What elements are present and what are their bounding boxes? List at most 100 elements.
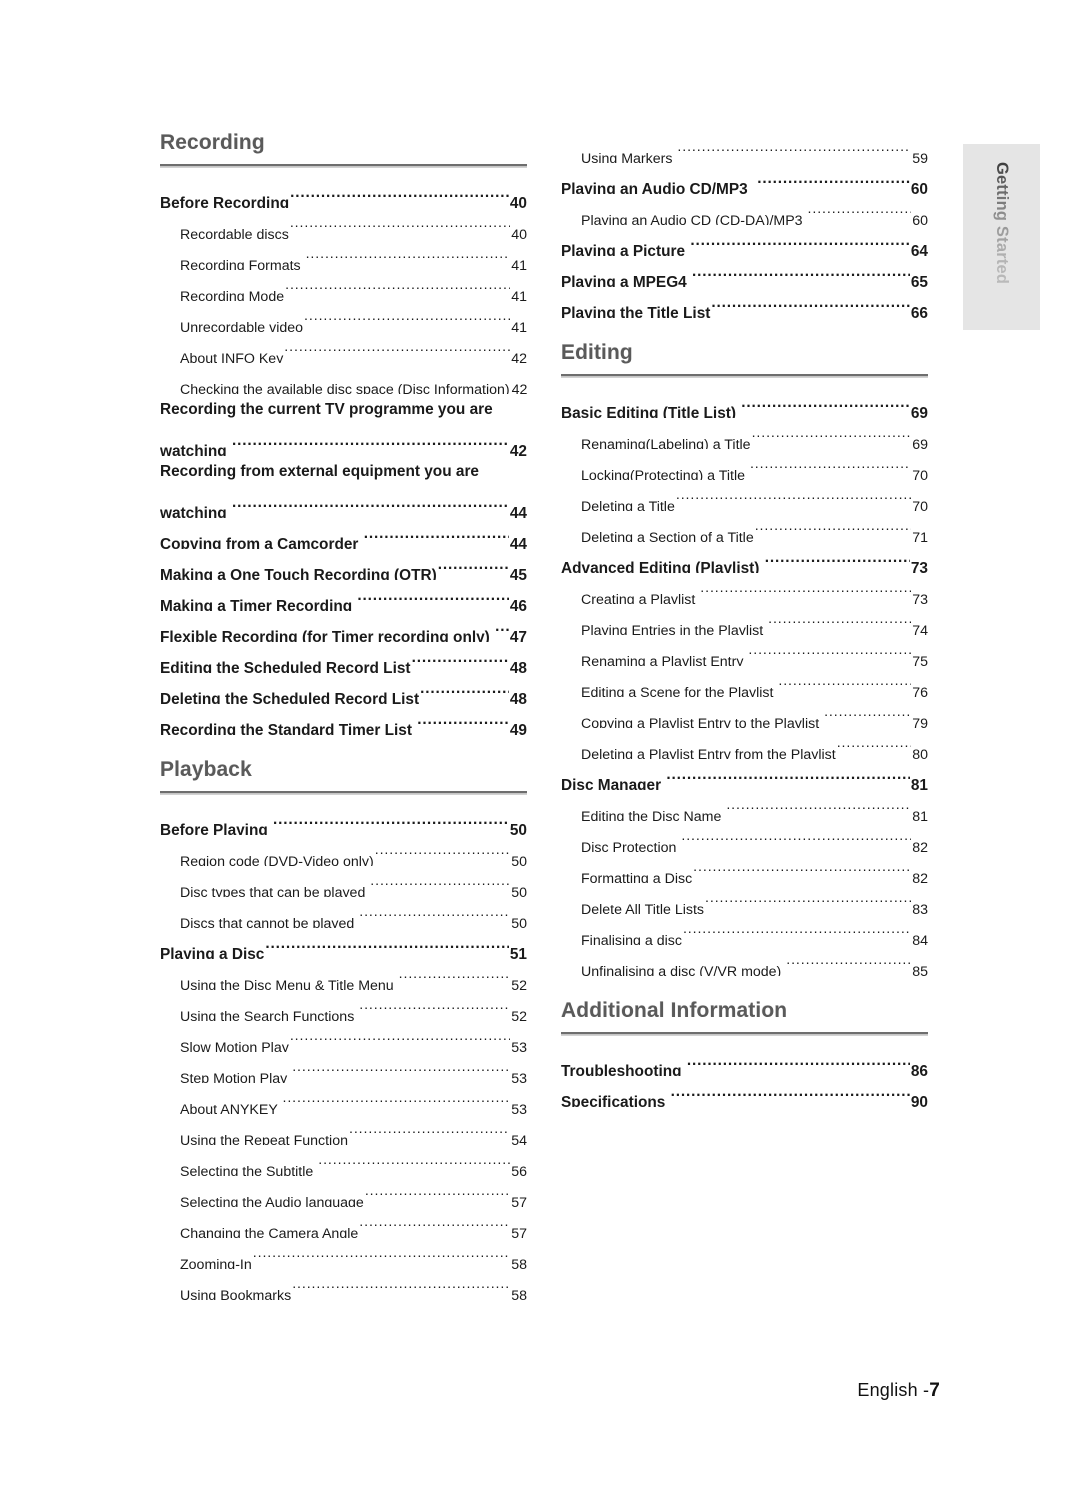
toc-entry-page-number: 41 [511,320,527,333]
toc-entry[interactable]: Playing an Audio CD (CD-DA)/MP3 60 [561,194,928,225]
toc-entry[interactable]: Formatting a Disc 82 [561,852,928,883]
toc-entry[interactable]: Editing the Scheduled Record List 48 [160,642,527,673]
toc-entry[interactable]: Region code (DVD-Video only) 50 [160,835,527,866]
toc-entry[interactable]: Unfinalising a disc (V/VR mode) 85 [561,945,928,976]
toc-entry-page-number: 84 [912,933,928,946]
toc-entry-title: Deleting a Title [581,499,675,512]
toc-entry[interactable]: Making a Timer Recording 46 [160,580,527,611]
toc-entry[interactable]: Specifications 90 [561,1076,928,1107]
toc-entry[interactable]: Discs that cannot be played 50 [160,897,527,928]
toc-entry[interactable]: Playing a MPEG4 65 [561,256,928,287]
dot-leader [265,928,509,959]
toc-entry[interactable]: Recording Formats 41 [160,239,527,270]
toc-entry-row: Editing the Scheduled Record List 48 [160,642,527,673]
toc-entry-page-number: 73 [910,560,928,574]
toc-entry-page-number: 82 [912,871,928,884]
toc-entry[interactable]: Unrecordable video 41 [160,301,527,332]
toc-entry-page-number: 70 [912,468,928,481]
dot-leader [282,1083,510,1114]
toc-entry[interactable]: Creating a Playlist 73 [561,573,928,604]
toc-entry[interactable]: Finalising a disc 84 [561,914,928,945]
toc-entry-row: Region code (DVD-Video only) 50 [180,835,527,866]
toc-entry[interactable]: Locking(Protecting) a Title 70 [561,449,928,480]
toc-entry[interactable]: About ANYKEY 53 [160,1083,527,1114]
toc-entry-page-number: 64 [910,243,928,256]
toc-entry[interactable]: Using the Disc Menu & Title Menu 52 [160,959,527,990]
toc-entry-title: Selecting the Subtitle [180,1164,318,1177]
toc-entry[interactable]: Renaming(Labeling) a Title 69 [561,418,928,449]
toc-entry[interactable]: Recording Mode 41 [160,270,527,301]
toc-entry[interactable]: Copying from a Camcorder 44 [160,518,527,549]
toc-entry[interactable]: Copying a Playlist Entry to the Playlist… [561,697,928,728]
dot-leader [757,163,910,194]
toc-entry[interactable]: Advanced Editing (Playlist) 73 [561,542,928,573]
toc-entry[interactable]: Delete All Title Lists 83 [561,883,928,914]
toc-entry[interactable]: Deleting the Scheduled Record List 48 [160,673,527,704]
toc-entry[interactable]: Playing a Disc 51 [160,928,527,959]
toc-section: PlaybackBefore Playing 50Region code (DV… [160,758,527,1300]
dot-leader [671,1076,910,1107]
toc-entry[interactable]: Using the Repeat Function 54 [160,1114,527,1145]
toc-entry-title: Step Motion Play [180,1071,292,1084]
toc-entry[interactable]: Basic Editing (Title List) 69 [561,387,928,418]
toc-entry[interactable]: Recording from external equipment you ar… [160,456,527,518]
toc-entry-row: Deleting a Title 70 [581,480,928,511]
dot-leader [232,487,509,518]
toc-entry[interactable]: Recording the Standard Timer List 49 [160,704,527,735]
toc-entry-page-number: 81 [912,809,928,822]
toc-entry-page-number: 82 [912,840,928,853]
toc-entry[interactable]: Using Bookmarks 58 [160,1269,527,1300]
toc-entry[interactable]: Recordable discs 40 [160,208,527,239]
toc-entry[interactable]: Disc Protection 82 [561,821,928,852]
toc-entry[interactable]: Before Playing 50 [160,804,527,835]
toc-entry[interactable]: About INFO Key 42 [160,332,527,363]
dot-leader [768,604,911,635]
toc-entry[interactable]: Checking the available disc space (Disc … [160,363,527,394]
toc-entry[interactable]: Playing Entries in the Playlist 74 [561,604,928,635]
toc-entry-title: Using the Disc Menu & Title Menu [180,978,398,991]
section-divider [561,1032,928,1037]
toc-entry-title-line1: Recording from external equipment you ar… [160,463,479,481]
toc-entry[interactable]: Disc types that can be played 50 [160,866,527,897]
toc-entry[interactable]: Step Motion Play 53 [160,1052,527,1083]
toc-entry[interactable]: Selecting the Subtitle 56 [160,1145,527,1176]
toc-entry[interactable]: Changing the Camera Angle 57 [160,1207,527,1238]
toc-entry-row: Deleting a Section of a Title 71 [581,511,928,542]
toc-entry[interactable]: Flexible Recording (for Timer recording … [160,611,527,642]
toc-entry-title: Renaming(Labeling) a Title [581,437,751,450]
toc-entry[interactable]: Playing a Picture 64 [561,225,928,256]
toc-entry[interactable]: Slow Motion Play 53 [160,1021,527,1052]
dot-leader [370,866,510,897]
toc-entry[interactable]: Selecting the Audio language 57 [160,1176,527,1207]
toc-entry-list: Basic Editing (Title List) 69Renaming(La… [561,387,928,976]
dot-leader [748,635,911,666]
toc-entry[interactable]: Before Recording 40 [160,177,527,208]
toc-entry[interactable]: Playing the Title List 66 [561,287,928,318]
toc-entry[interactable]: Using Markers 59 [561,132,928,163]
toc-entry-page-number: 58 [511,1257,527,1270]
toc-entry[interactable]: Editing the Disc Name 81 [561,790,928,821]
toc-entry[interactable]: Renaming a Playlist Entry 75 [561,635,928,666]
toc-entry[interactable]: Using the Search Functions 52 [160,990,527,1021]
toc-entry-page-number: 60 [912,213,928,225]
toc-entry[interactable]: Disc Manager 81 [561,759,928,790]
toc-page: Getting Started Recording Before Recordin… [0,0,1080,1494]
toc-entry-row: Playing a Disc 51 [160,928,527,959]
toc-entry-title: watching [160,443,231,457]
toc-entry[interactable]: Deleting a Title 70 [561,480,928,511]
toc-entry[interactable]: Recording the current TV programme you a… [160,394,527,456]
toc-entry-row: Recording Formats 41 [180,239,527,270]
toc-entry[interactable]: Zooming-In 58 [160,1238,527,1269]
toc-entry[interactable]: Deleting a Playlist Entry from the Playl… [561,728,928,759]
toc-entry-row: Selecting the Subtitle 56 [180,1145,527,1176]
toc-entry[interactable]: Playing an Audio CD/MP3 60 [561,163,928,194]
toc-entry-title: Formatting a Disc [581,871,693,884]
toc-entry-page-number: 41 [511,289,527,302]
toc-entry-row: Using the Search Functions 52 [180,990,527,1021]
toc-entry[interactable]: Troubleshooting 86 [561,1045,928,1076]
toc-entry[interactable]: Deleting a Section of a Title 71 [561,511,928,542]
toc-entry-row: Finalising a disc 84 [581,914,928,945]
toc-entry[interactable]: Editing a Scene for the Playlist 76 [561,666,928,697]
toc-entry-page-number: 57 [511,1226,527,1239]
toc-entry[interactable]: Making a One Touch Recording (OTR) 45 [160,549,527,580]
